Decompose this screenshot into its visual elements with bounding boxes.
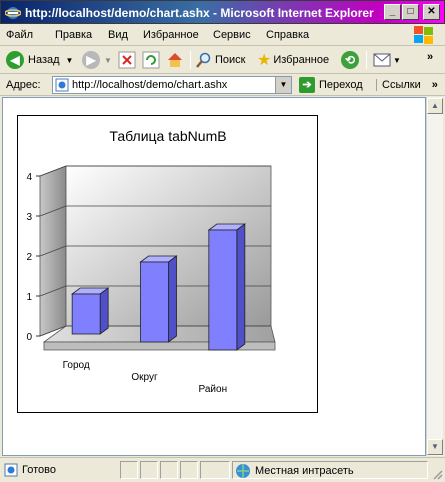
chart-image: Таблица tabNumB 0 1 2 3 4 Город Округ Район bbox=[17, 115, 318, 413]
back-dropdown-icon[interactable]: ▼ bbox=[66, 56, 74, 65]
back-arrow-icon: ◀ bbox=[6, 51, 24, 69]
toolbar-overflow-chevron[interactable]: » bbox=[427, 51, 433, 63]
home-button[interactable] bbox=[166, 50, 184, 70]
windows-logo-icon bbox=[414, 26, 433, 44]
back-button[interactable]: ◀ Назад ▼ bbox=[6, 50, 73, 70]
y-tick-label-4: 4 bbox=[26, 172, 32, 183]
address-dropdown-icon[interactable]: ▼ bbox=[275, 77, 291, 93]
status-bar: Готово Местная интрасеть bbox=[0, 457, 445, 482]
bar-1 bbox=[140, 261, 169, 343]
menu-favorites[interactable]: Избранное bbox=[143, 29, 199, 41]
favorites-button[interactable]: ★ Избранное bbox=[257, 50, 329, 70]
address-bar: Адрес: http://localhost/demo/chart.ashx … bbox=[0, 74, 445, 96]
x-tick-label-2: Район bbox=[199, 384, 228, 395]
vertical-scrollbar[interactable]: ▲ ▼ bbox=[426, 97, 443, 456]
menu-tools[interactable]: Сервис bbox=[213, 29, 251, 41]
scroll-up-icon[interactable]: ▲ bbox=[427, 98, 443, 114]
back-label: Назад bbox=[28, 54, 60, 66]
intranet-zone-icon bbox=[236, 464, 250, 478]
window-title: http://localhost/demo/chart.ashx - Micro… bbox=[25, 6, 374, 20]
stop-icon bbox=[118, 51, 136, 69]
page-done-icon bbox=[4, 463, 18, 477]
maximize-button[interactable]: □ bbox=[402, 4, 419, 20]
bar-side-1 bbox=[168, 255, 177, 343]
internet-explorer-icon bbox=[5, 7, 21, 19]
menu-bar: Файл Правка Вид Избранное Сервис Справка bbox=[0, 24, 445, 46]
stop-button[interactable] bbox=[118, 50, 136, 70]
links-label: Ссылки bbox=[382, 79, 421, 91]
history-button[interactable]: ⟲ bbox=[341, 50, 359, 70]
go-label: Переход bbox=[319, 79, 363, 91]
y-tick-label-1: 1 bbox=[26, 292, 32, 303]
menu-file[interactable]: Файл bbox=[6, 29, 33, 41]
x-tick-label-0: Город bbox=[63, 360, 90, 371]
zone-text: Местная интрасеть bbox=[255, 465, 354, 477]
go-arrow-icon: ➔ bbox=[299, 77, 315, 93]
minimize-button[interactable]: _ bbox=[384, 4, 401, 20]
favorites-label: Избранное bbox=[273, 54, 330, 66]
y-tick-label-0: 0 bbox=[26, 332, 32, 343]
bar-side-2 bbox=[236, 223, 246, 351]
chart-title: Таблица tabNumB bbox=[109, 128, 226, 144]
menu-view[interactable]: Вид bbox=[108, 29, 128, 41]
status-text: Готово bbox=[22, 464, 56, 476]
search-button[interactable]: Поиск bbox=[196, 50, 245, 70]
history-icon: ⟲ bbox=[341, 51, 359, 69]
resize-grip-icon[interactable] bbox=[431, 468, 443, 480]
forward-button[interactable]: ▶ ▼ bbox=[82, 50, 112, 70]
favorites-star-icon: ★ bbox=[257, 52, 272, 69]
home-icon bbox=[168, 53, 182, 67]
refresh-icon bbox=[142, 51, 160, 69]
page-content: Таблица tabNumB 0 1 2 3 4 Город Округ Район bbox=[2, 97, 426, 456]
title-bar[interactable]: http://localhost/demo/chart.ashx - Micro… bbox=[0, 0, 445, 24]
menu-edit[interactable]: Правка bbox=[55, 29, 92, 41]
search-label: Поиск bbox=[215, 54, 246, 66]
x-tick-label-1: Округ bbox=[131, 372, 158, 383]
close-button[interactable]: ✕ bbox=[423, 4, 440, 20]
forward-arrow-icon: ▶ bbox=[82, 51, 100, 69]
mail-dropdown-icon[interactable]: ▼ bbox=[393, 56, 401, 65]
mail-button[interactable]: ▼ bbox=[373, 50, 401, 70]
search-icon bbox=[196, 52, 211, 68]
address-label: Адрес: bbox=[6, 79, 41, 91]
bar-chart: Таблица tabNumB 0 1 2 3 4 Город Округ Район bbox=[26, 128, 276, 395]
mail-icon bbox=[373, 53, 391, 67]
links-overflow-chevron[interactable]: » bbox=[432, 79, 438, 91]
forward-dropdown-icon[interactable]: ▼ bbox=[104, 56, 112, 65]
menu-help[interactable]: Справка bbox=[266, 29, 309, 41]
bar-2 bbox=[208, 229, 238, 351]
scroll-down-icon[interactable]: ▼ bbox=[427, 439, 443, 455]
refresh-button[interactable] bbox=[142, 50, 160, 70]
address-input[interactable]: http://localhost/demo/chart.ashx ▼ bbox=[52, 76, 292, 94]
page-icon bbox=[55, 78, 69, 92]
address-url: http://localhost/demo/chart.ashx bbox=[72, 79, 228, 91]
bar-side-0 bbox=[99, 287, 109, 335]
links-button[interactable]: Ссылки » bbox=[376, 79, 438, 91]
bar-0 bbox=[71, 293, 101, 335]
go-button[interactable]: ➔ Переход bbox=[299, 77, 363, 93]
y-tick-label-3: 3 bbox=[26, 212, 32, 223]
y-tick-label-2: 2 bbox=[26, 252, 32, 263]
toolbar: ◀ Назад ▼ ▶ ▼ Поиск ★ Избранное ⟲ ▼ » bbox=[0, 46, 445, 74]
